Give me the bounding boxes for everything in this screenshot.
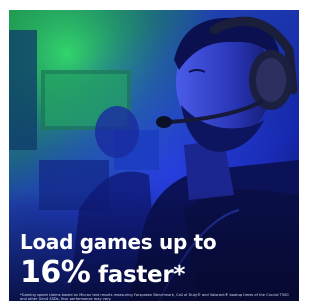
disclaimer-text: *Gaming speed claims based on Micron tes…: [20, 293, 289, 301]
headline: Load games up to 16% faster*: [20, 230, 217, 288]
ad-banner: Load games up to 16% faster* *Gaming spe…: [9, 10, 299, 301]
headline-percent: 16%: [20, 255, 91, 290]
headline-line2: 16% faster*: [20, 258, 216, 288]
headline-line1: Load games up to: [20, 230, 217, 254]
headline-line2-rest: faster*: [90, 262, 186, 288]
